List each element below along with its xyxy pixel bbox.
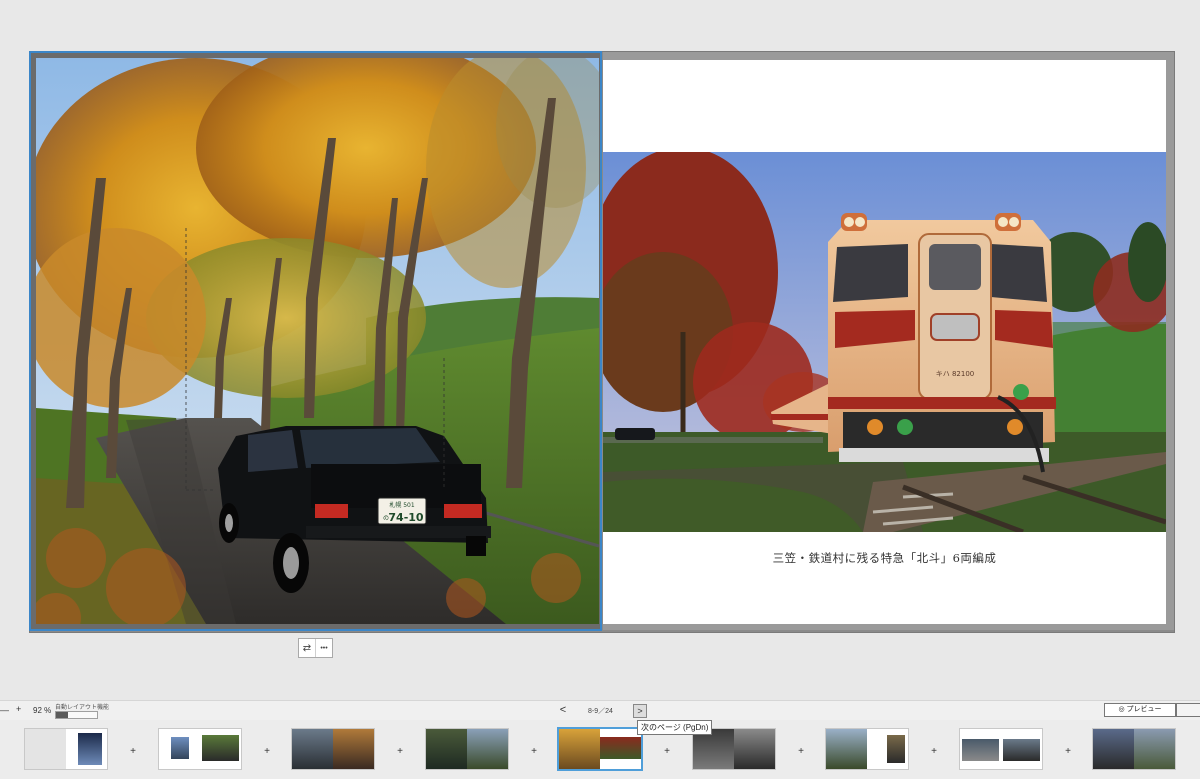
page-spread: 札幌 501 の 74-10 キハ 82100 三笠・鉄道村に残る特急「北斗」6…: [29, 51, 1174, 632]
right-page-paper: キハ 82100 三笠・鉄道村に残る特急「北斗」6両編成: [603, 60, 1166, 624]
left-page[interactable]: 札幌 501 の 74-10: [29, 51, 602, 631]
autumn-road-car-photo[interactable]: 札幌 501 の 74-10: [36, 58, 599, 624]
add-page-button[interactable]: +: [262, 746, 272, 757]
preview-dropdown-button[interactable]: [1176, 703, 1200, 717]
zoom-level: 92 %: [33, 706, 52, 715]
add-page-button[interactable]: +: [662, 746, 672, 757]
thumbnail-spread[interactable]: [25, 729, 107, 769]
more-options-button[interactable]: •••: [316, 639, 332, 657]
plate-line1: 札幌 501: [389, 501, 415, 509]
auto-layout-label: 自動レイアウト機能: [55, 705, 110, 711]
page-thumbnail-strip: + + + + + + + +: [0, 720, 1200, 779]
thumbnail-spread[interactable]: [426, 729, 508, 769]
swap-button[interactable]: ⇄: [299, 639, 316, 657]
thumbnail-spread[interactable]: [960, 729, 1042, 769]
add-page-button[interactable]: +: [929, 746, 939, 757]
previous-page-button[interactable]: <: [556, 704, 570, 718]
add-page-button[interactable]: +: [529, 746, 539, 757]
zoom-in-button[interactable]: +: [16, 704, 21, 714]
swap-icon: ⇄: [302, 642, 312, 654]
next-page-button[interactable]: >: [633, 704, 647, 718]
more-icon: •••: [320, 644, 328, 652]
add-page-button[interactable]: +: [395, 746, 405, 757]
photo-toolbar: ⇄ •••: [298, 638, 333, 658]
auto-layout-slider[interactable]: [55, 711, 98, 719]
next-page-tooltip: 次のページ (PgDn): [637, 720, 713, 735]
auto-layout-slider-fill: [56, 712, 69, 718]
thumbnail-spread[interactable]: [159, 729, 241, 769]
loco-number: キハ 82100: [936, 370, 975, 378]
right-page[interactable]: キハ 82100 三笠・鉄道村に残る特急「北斗」6両編成: [603, 52, 1174, 630]
add-page-button[interactable]: +: [1063, 746, 1073, 757]
plate-line2: 74-10: [388, 511, 424, 524]
preview-button[interactable]: ◎ プレビュー: [1104, 703, 1176, 717]
thumbnail-spread[interactable]: [1093, 729, 1175, 769]
thumbnail-spread[interactable]: [826, 729, 908, 769]
add-page-button[interactable]: +: [796, 746, 806, 757]
train-photo[interactable]: キハ 82100: [603, 152, 1166, 532]
thumbnail-spread[interactable]: [292, 729, 374, 769]
photo-caption[interactable]: 三笠・鉄道村に残る特急「北斗」6両編成: [603, 550, 1166, 566]
status-bar: — + 92 % 自動レイアウト機能 < 8-9／24 >: [0, 700, 1200, 721]
thumbnail-spread-current[interactable]: [559, 729, 641, 769]
zoom-out-button[interactable]: —: [0, 705, 12, 715]
add-page-button[interactable]: +: [128, 746, 138, 757]
thumbnail-spread[interactable]: [693, 729, 775, 769]
page-indicator: 8-9／24: [588, 708, 613, 715]
